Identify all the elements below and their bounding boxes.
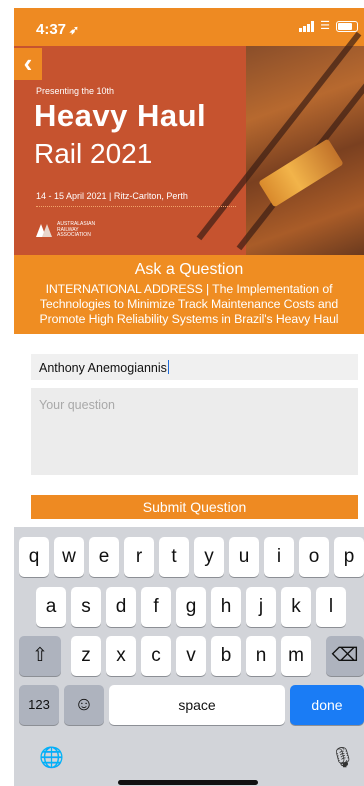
banner-title: Heavy Haul [34,98,207,133]
name-input-value: Anthony Anemogiannis [39,361,167,375]
key-y[interactable]: y [194,537,224,577]
key-e[interactable]: e [89,537,119,577]
key-o[interactable]: o [299,537,329,577]
banner-subtitle: Rail 2021 [34,138,153,169]
status-icons: ☰ [299,21,358,32]
session-title-line-2: Technologies to Minimize Track Maintenan… [39,297,339,311]
key-l[interactable]: l [316,587,346,627]
session-title-line-3: Promote High Reliability Systems in Braz… [39,312,339,326]
question-input[interactable]: Your question [31,388,358,475]
globe-icon[interactable]: 🌐 [39,745,64,770]
key-c[interactable]: c [141,636,171,676]
key-d[interactable]: d [106,587,136,627]
key-r[interactable]: r [124,537,154,577]
status-bar: 4:37 ➶ ☰ [14,8,364,46]
status-time-text: 4:37 [36,21,67,38]
emoji-key[interactable]: ☺ [64,685,104,725]
shift-key[interactable]: ⇧ [19,636,61,676]
wifi-icon: ☰ [320,20,330,32]
key-k[interactable]: k [281,587,311,627]
header-area: 4:37 ➶ ☰ ‹ Presenting the 10th Heavy Haul… [14,8,364,255]
location-icon: ➶ [69,23,80,37]
banner-presenting: Presenting the 10th [36,86,115,96]
key-a[interactable]: a [36,587,66,627]
key-v[interactable]: v [176,636,206,676]
space-key[interactable]: space [109,685,285,725]
ask-question-panel: Ask a Question INTERNATIONAL ADDRESS | T… [14,255,364,334]
key-p[interactable]: p [334,537,364,577]
chevron-left-icon: ‹ [23,48,33,78]
ask-heading: Ask a Question [134,261,244,278]
key-i[interactable]: i [264,537,294,577]
key-w[interactable]: w [54,537,84,577]
done-key[interactable]: done [290,685,364,725]
key-z[interactable]: z [71,636,101,676]
event-banner: Presenting the 10th Heavy Haul Rail 2021… [14,31,364,255]
microphone-icon[interactable]: 🎙 [330,745,355,770]
key-x[interactable]: x [106,636,136,676]
key-m[interactable]: m [281,636,311,676]
key-s[interactable]: s [71,587,101,627]
key-g[interactable]: g [176,587,206,627]
signal-icon [299,21,315,32]
text-caret [167,360,170,374]
association-name: AUSTRALASIAN RAILWAY ASSOCIATION [57,221,96,238]
key-h[interactable]: h [211,587,241,627]
onscreen-keyboard: q w e r t y u i o p a s d f g h j k l ⇧ … [14,527,364,786]
banner-divider [36,206,236,207]
key-f[interactable]: f [141,587,171,627]
home-indicator [118,780,258,785]
key-n[interactable]: n [246,636,276,676]
status-time: 4:37 ➶ [36,21,79,38]
banner-dates: 14 - 15 April 2021 | Ritz-Carlton, Perth [36,191,188,201]
battery-icon [336,21,358,32]
train-photo [196,31,364,255]
key-q[interactable]: q [19,537,49,577]
submit-question-button[interactable]: Submit Question [31,495,358,519]
question-placeholder: Your question [39,398,115,412]
association-logo: AUSTRALASIAN RAILWAY ASSOCIATION [36,221,101,239]
key-b[interactable]: b [211,636,241,676]
name-input[interactable]: Anthony Anemogiannis [31,354,358,380]
delete-key[interactable]: ⌫ [326,636,364,676]
key-t[interactable]: t [159,537,189,577]
session-title-line-1: INTERNATIONAL ADDRESS | The Implementati… [45,282,333,296]
association-logo-icon [36,223,52,238]
key-j[interactable]: j [246,587,276,627]
key-u[interactable]: u [229,537,259,577]
numbers-key[interactable]: 123 [19,685,59,725]
back-button[interactable]: ‹ [14,48,42,80]
